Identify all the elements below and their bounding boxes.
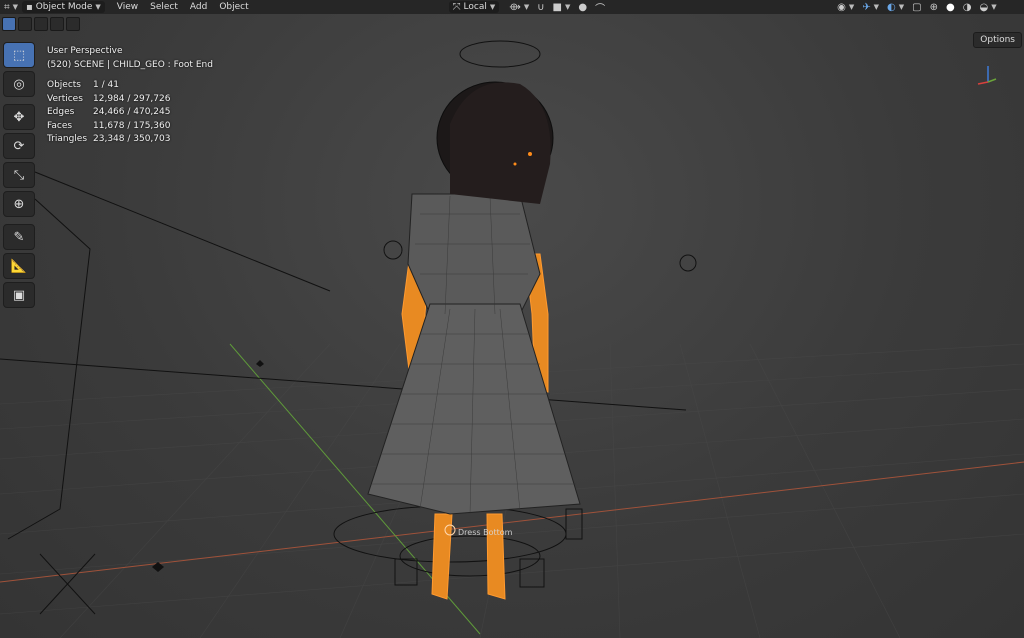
- stat-value: 11,678 / 175,360: [93, 120, 171, 131]
- xray-icon: ▢: [912, 1, 922, 13]
- editor-type-icon: ⌗: [4, 1, 10, 13]
- chevron-down-icon: ▼: [523, 3, 530, 11]
- tool-scale[interactable]: ⤡: [3, 162, 35, 188]
- gizmo-icon: ✈: [862, 1, 871, 13]
- tool-move[interactable]: ✥: [3, 104, 35, 130]
- tool-rotate[interactable]: ⟳: [3, 133, 35, 159]
- stat-label: Vertices: [47, 93, 83, 104]
- stat-row: Vertices 12,984 / 297,726: [47, 94, 170, 108]
- snap-target-button[interactable]: ■ ▼: [549, 0, 575, 14]
- tool-select-box[interactable]: ⬚: [3, 42, 35, 68]
- collection-line: (520) SCENE | CHILD_GEO : Foot End: [47, 60, 213, 70]
- xray-toggle[interactable]: ▢: [908, 0, 925, 14]
- stat-label: Faces: [47, 120, 73, 131]
- tool-add-cube[interactable]: ▣: [3, 282, 35, 308]
- pivot-icon: ⟴: [509, 1, 521, 13]
- rotate-icon: ⟳: [13, 138, 25, 154]
- object-name-label: Dress Bottom: [458, 528, 513, 537]
- snap-square-icon: ■: [552, 1, 562, 13]
- pencil-icon: ✎: [13, 229, 25, 245]
- character-model: [367, 81, 583, 600]
- chevron-down-icon: ▼: [848, 3, 855, 11]
- axis-gizmo-icon: [977, 66, 997, 85]
- chevron-down-icon: ▼: [898, 3, 905, 11]
- select-new-icon[interactable]: [2, 17, 16, 31]
- gizmo-toggle[interactable]: ✈ ▼: [858, 0, 883, 14]
- stat-row: Faces 11,678 / 175,360: [47, 121, 170, 135]
- magnet-icon: ∪: [537, 1, 545, 13]
- chevron-down-icon: ▼: [95, 3, 101, 11]
- solid-sphere-icon: ●: [946, 1, 955, 13]
- proportional-icon: ●: [578, 1, 588, 13]
- chevron-down-icon: ▼: [991, 3, 997, 11]
- shading-wireframe[interactable]: ⊕: [926, 0, 942, 14]
- proportional-edit-toggle[interactable]: ●: [574, 0, 591, 14]
- stat-row: Edges 24,466 / 470,245: [47, 107, 170, 121]
- scale-icon: ⤡: [13, 167, 25, 183]
- select-subtract-icon[interactable]: [34, 17, 48, 31]
- chevron-down-icon: ▼: [12, 3, 19, 11]
- menu-object[interactable]: Object: [215, 0, 252, 14]
- overlays-toggle[interactable]: ◐ ▼: [883, 0, 908, 14]
- chevron-down-icon: ▼: [489, 3, 496, 11]
- view-name: User Perspective: [47, 46, 123, 56]
- transform-icon: ⊕: [13, 196, 25, 212]
- stat-label: Edges: [47, 107, 75, 117]
- stat-value: 1 / 41: [93, 80, 119, 90]
- material-sphere-icon: ◑: [962, 1, 972, 13]
- tool-measure[interactable]: 📐: [3, 253, 35, 279]
- snap-toggle[interactable]: ∪: [533, 0, 548, 14]
- ruler-icon: 📐: [10, 258, 28, 274]
- stat-row: Triangles 23,348 / 350,703: [47, 134, 170, 148]
- move-arrows-icon: ✥: [13, 109, 25, 125]
- stat-value: 12,984 / 297,726: [93, 93, 171, 104]
- options-button[interactable]: Options: [973, 32, 1022, 48]
- orientation-label: Local: [463, 2, 487, 12]
- rendered-sphere-icon: ◒: [979, 1, 989, 13]
- editor-type-button[interactable]: ⌗ ▼: [0, 0, 22, 14]
- navigation-gizmo[interactable]: [968, 62, 1008, 92]
- viewport-header: ⌗ ▼ ▪ Object Mode ▼ View Select Add Objec…: [0, 0, 1024, 15]
- select-intersect-icon[interactable]: [66, 17, 80, 31]
- chevron-down-icon: ▼: [565, 3, 571, 11]
- eye-icon: ◉: [837, 1, 846, 13]
- tool-transform[interactable]: ⊕: [3, 191, 35, 217]
- object-mode-icon: ▪: [26, 1, 33, 13]
- select-invert-icon[interactable]: [50, 17, 64, 31]
- shading-material[interactable]: ◑: [959, 0, 976, 14]
- scene-statistics: Objects 1 / 41 Vertices 12,984 / 297,726 E…: [47, 80, 170, 148]
- mode-label: Object Mode: [35, 2, 93, 12]
- orientation-icon: ⤧: [452, 1, 461, 13]
- mode-dropdown[interactable]: ▪ Object Mode ▼: [22, 1, 105, 13]
- visibility-button[interactable]: ◉ ▼: [833, 0, 858, 14]
- shading-solid[interactable]: ●: [942, 0, 959, 14]
- viewport-info: User Perspective (520) SCENE | CHILD_GEO…: [47, 44, 213, 72]
- chevron-down-icon: ▼: [873, 3, 880, 11]
- menu-add[interactable]: Add: [186, 0, 211, 14]
- falloff-icon: ⌒: [595, 3, 606, 15]
- falloff-button[interactable]: ⌒: [591, 0, 609, 15]
- wireframe-sphere-icon: ⊕: [929, 1, 938, 13]
- select-extend-icon[interactable]: [18, 17, 32, 31]
- stat-row: Objects 1 / 41: [47, 80, 170, 94]
- tool-shelf: ⬚ ◎ ✥ ⟳ ⤡ ⊕ ✎ 📐 ▣: [3, 42, 35, 311]
- shading-rendered[interactable]: ◒ ▼: [975, 0, 1000, 14]
- stat-label: Objects: [47, 80, 82, 90]
- stat-value: 24,466 / 470,245: [93, 107, 171, 117]
- overlays-icon: ◐: [887, 1, 896, 13]
- empty-marker: [256, 360, 264, 367]
- crosshair-cursor-icon: ◎: [13, 76, 25, 92]
- add-cube-icon: ▣: [12, 287, 26, 303]
- stat-value: 23,348 / 350,703: [93, 134, 171, 144]
- select-mode-bar: [2, 17, 82, 31]
- cursor-arrow-icon: ⬚: [12, 47, 26, 63]
- menu-select[interactable]: Select: [146, 0, 182, 14]
- stat-label: Triangles: [47, 134, 88, 144]
- pivot-point-button[interactable]: ⟴ ▼: [505, 0, 533, 14]
- tool-cursor[interactable]: ◎: [3, 71, 35, 97]
- menu-view[interactable]: View: [113, 0, 142, 14]
- transform-orientation-dropdown[interactable]: ⤧ Local ▼: [448, 1, 500, 13]
- tool-annotate[interactable]: ✎: [3, 224, 35, 250]
